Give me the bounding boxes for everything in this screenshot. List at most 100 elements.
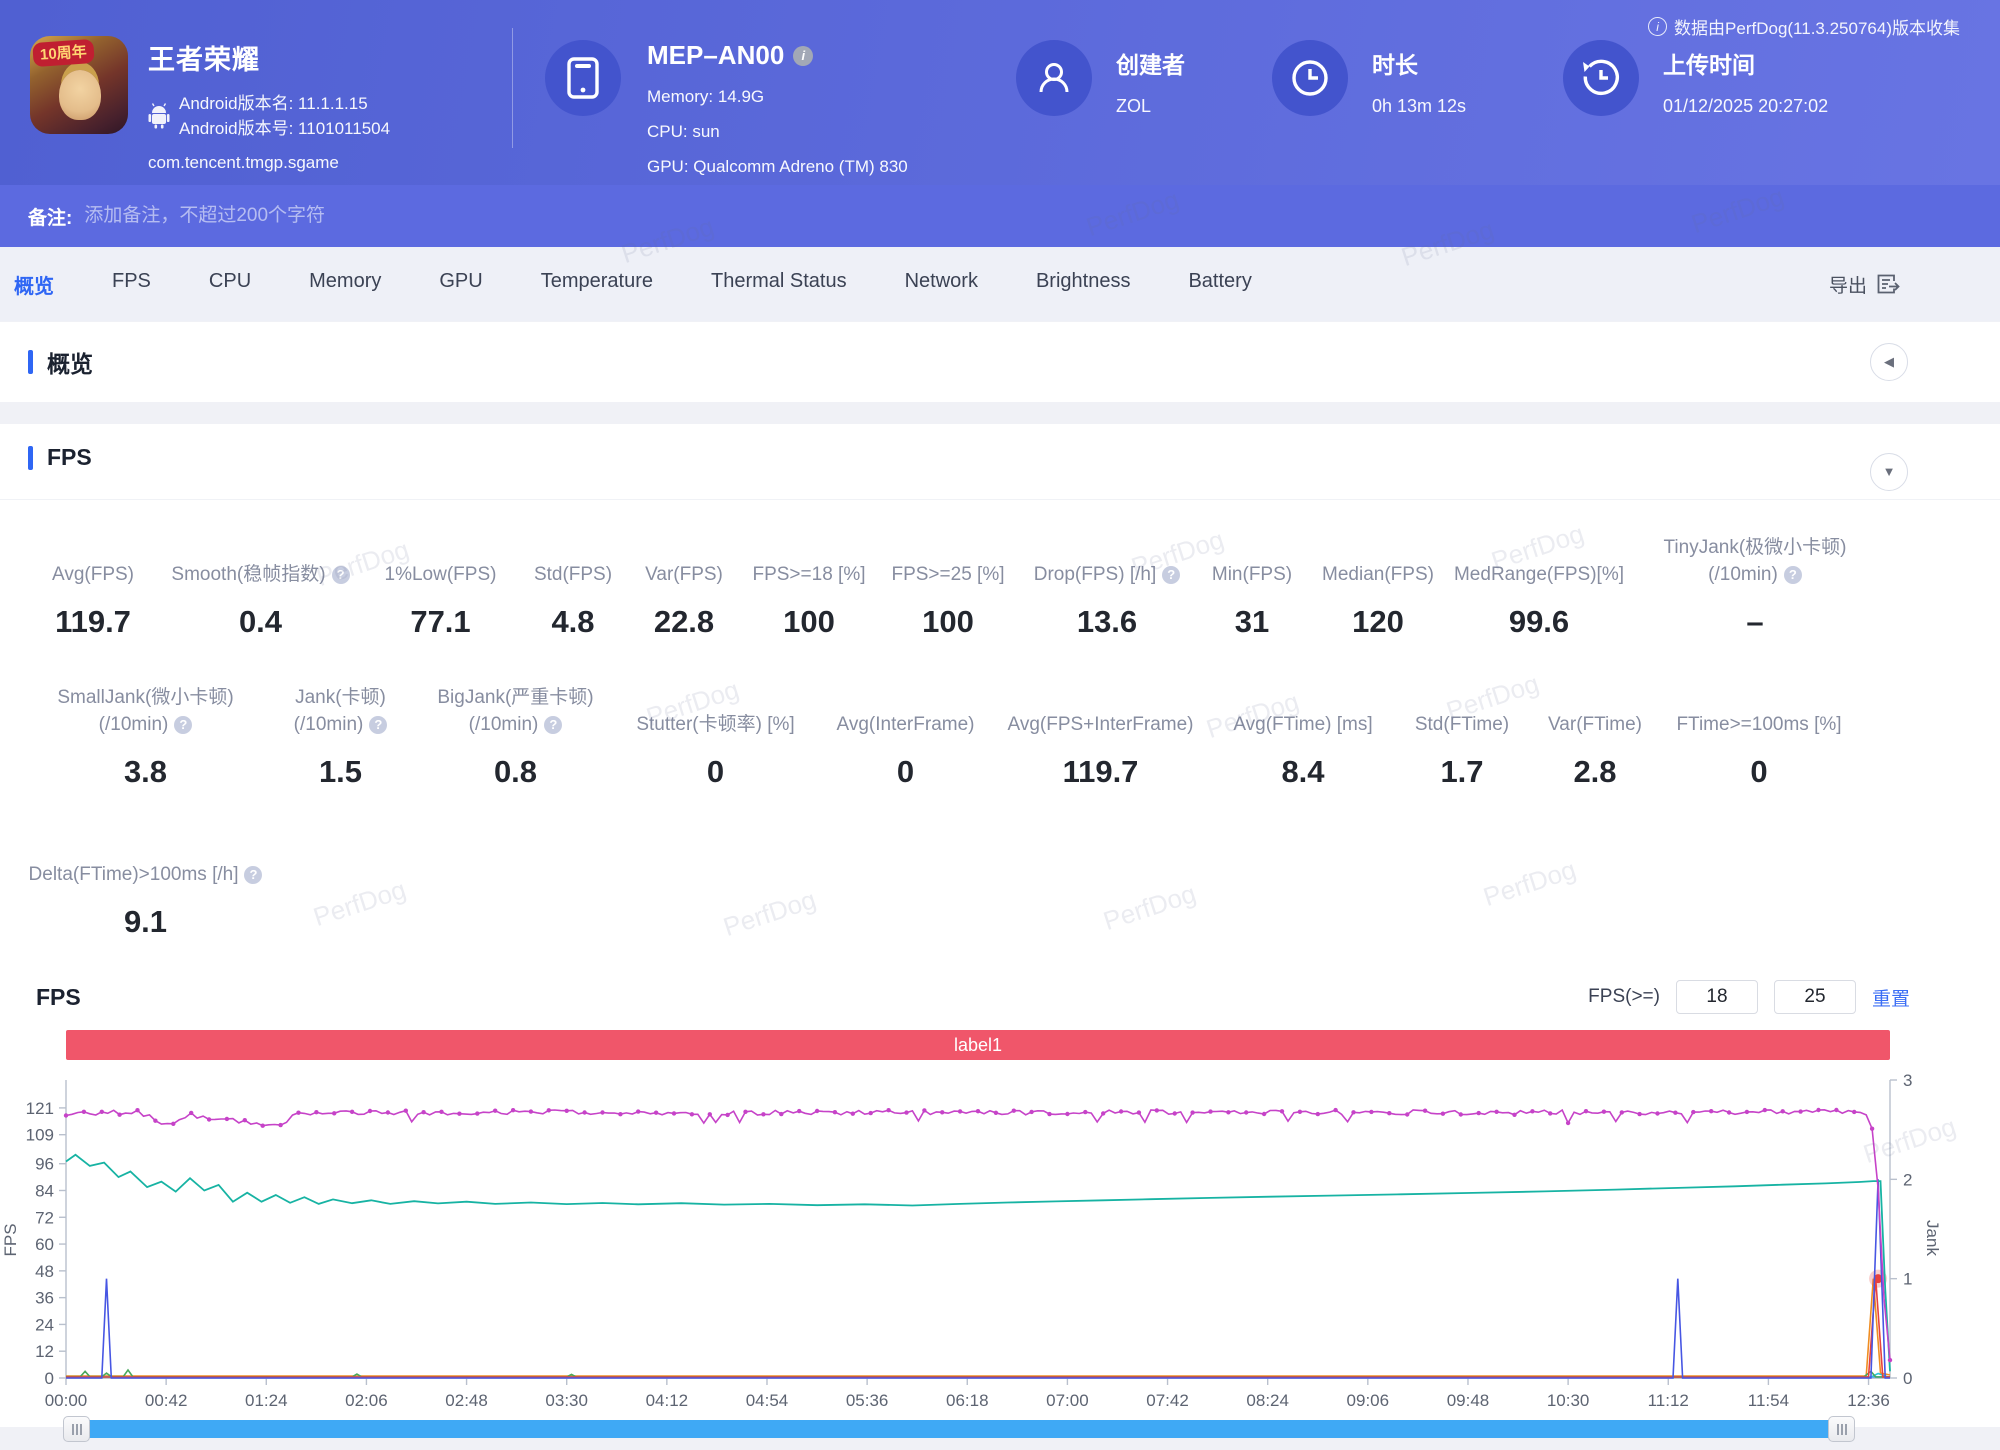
svg-text:09:06: 09:06 [1347, 1391, 1390, 1410]
accent-bar [28, 446, 33, 470]
scrollbar-track[interactable] [66, 1420, 1852, 1438]
svg-text:0: 0 [45, 1369, 54, 1388]
svg-text:01:24: 01:24 [245, 1391, 288, 1410]
svg-text:12: 12 [35, 1342, 54, 1361]
help-icon[interactable]: ? [544, 716, 562, 734]
clock-icon [1272, 40, 1348, 116]
app-block: 10周年 王者荣耀 [30, 36, 390, 173]
export-label: 导出 [1829, 271, 1867, 298]
stat-value: 8.4 [1281, 754, 1324, 790]
game-character-art [59, 70, 101, 120]
fps-threshold-input-2[interactable] [1774, 980, 1856, 1014]
svg-text:10:30: 10:30 [1547, 1391, 1590, 1410]
stat-fps>=18-%-: FPS>=18 [%]100 [740, 534, 878, 640]
help-icon[interactable]: ? [1784, 566, 1802, 584]
svg-text:109: 109 [26, 1126, 54, 1145]
duration-value: 0h 13m 12s [1372, 96, 1466, 117]
stat-avg-interframe-: Avg(InterFrame)0 [818, 684, 993, 790]
help-icon[interactable]: ? [332, 566, 350, 584]
stat-var-fps-: Var(FPS)22.8 [628, 534, 740, 640]
tab-battery[interactable]: Battery [1188, 270, 1251, 299]
fps-line-chart[interactable]: 01224364860728496109121012300:0000:4201:… [0, 1070, 1940, 1412]
duration-label: 时长 [1372, 46, 1466, 80]
svg-text:2: 2 [1903, 1170, 1912, 1189]
device-block: MEP–AN00 i Memory: 14.9G CPU: sun GPU: Q… [545, 40, 908, 184]
tab-brightness[interactable]: Brightness [1036, 270, 1131, 299]
stat-value: 100 [922, 604, 974, 640]
stat-avg-fps-interframe-: Avg(FPS+InterFrame)119.7 [993, 684, 1208, 790]
chart-annotation-label1[interactable]: label1 [66, 1030, 1890, 1060]
stat-1%low-fps-: 1%Low(FPS)77.1 [363, 534, 518, 640]
scrollbar-right-handle[interactable] [1828, 1416, 1855, 1442]
fps-threshold-input-1[interactable] [1676, 980, 1758, 1014]
svg-text:60: 60 [35, 1235, 54, 1254]
stat-value: 100 [783, 604, 835, 640]
help-icon[interactable]: ? [369, 716, 387, 734]
tab-fps[interactable]: FPS [112, 270, 151, 299]
help-icon[interactable]: ? [244, 866, 262, 884]
tab-memory[interactable]: Memory [309, 270, 381, 299]
help-icon[interactable]: ? [174, 716, 192, 734]
overview-collapse-button[interactable]: ◀ [1870, 343, 1908, 381]
stat-value: 120 [1352, 604, 1404, 640]
tab-cpu[interactable]: CPU [209, 270, 251, 299]
chart-title: FPS [36, 984, 81, 1011]
tab-概览[interactable]: 概览 [14, 270, 54, 299]
stat-smooth-: Smooth(稳帧指数)?0.4 [158, 534, 363, 640]
stat-value: 0 [707, 754, 724, 790]
svg-text:07:42: 07:42 [1146, 1391, 1189, 1410]
svg-text:96: 96 [35, 1155, 54, 1174]
fps-section: FPS ▼ Avg(FPS)119.7Smooth(稳帧指数)?0.41%Low… [0, 424, 2000, 1427]
app-title: 王者荣耀 [148, 38, 390, 77]
note-bar: 备注: [0, 185, 2000, 247]
tab-temperature[interactable]: Temperature [541, 270, 653, 299]
scrollbar-left-handle[interactable] [63, 1416, 90, 1442]
svg-text:08:24: 08:24 [1246, 1391, 1289, 1410]
svg-text:3: 3 [1903, 1071, 1912, 1090]
stat-bigjank-: BigJank(严重卡顿)(/10min)?0.8 [418, 684, 613, 790]
tab-network[interactable]: Network [905, 270, 978, 299]
stat-avg-ftime-ms-: Avg(FTime) [ms]8.4 [1208, 684, 1398, 790]
svg-text:1: 1 [1903, 1270, 1912, 1289]
tab-thermal-status[interactable]: Thermal Status [711, 270, 847, 299]
android-version-name: Android版本名: 11.1.1.15 [179, 91, 390, 116]
fps-collapse-button[interactable]: ▼ [1870, 453, 1908, 491]
fps-stats-row-3: Delta(FTime)>100ms [/h]?9.1 [0, 834, 2000, 940]
tab-gpu[interactable]: GPU [439, 270, 482, 299]
stat-value: 9.1 [124, 904, 167, 940]
stat-fps>=25-%-: FPS>=25 [%]100 [878, 534, 1018, 640]
help-icon[interactable]: ? [1162, 566, 1180, 584]
note-input[interactable] [84, 205, 984, 227]
upload-label: 上传时间 [1663, 46, 1828, 80]
stat-min-fps-: Min(FPS)31 [1196, 534, 1308, 640]
anniversary-badge: 10周年 [32, 39, 94, 67]
device-cpu: CPU: sun [647, 114, 908, 149]
accent-bar [28, 350, 33, 374]
stat-ftime>=100ms-%-: FTime>=100ms [%]0 [1664, 684, 1854, 790]
stat-medrange-fps-%-: MedRange(FPS)[%]99.6 [1448, 534, 1630, 640]
android-version-code: Android版本号: 1101011504 [179, 116, 390, 141]
stat-value: 3.8 [124, 754, 167, 790]
package-name: com.tencent.tmgp.sgame [148, 153, 390, 173]
fps-stats-row-1: Avg(FPS)119.7Smooth(稳帧指数)?0.41%Low(FPS)7… [0, 534, 2000, 640]
device-info-icon[interactable]: i [793, 46, 813, 66]
export-button[interactable]: 导出 [1829, 271, 1900, 298]
reset-link[interactable]: 重置 [1872, 984, 1910, 1011]
stat-value: 77.1 [410, 604, 470, 640]
stat-value: 0.4 [239, 604, 282, 640]
stat-value: 0 [1750, 754, 1767, 790]
upload-block: 上传时间 01/12/2025 20:27:02 [1563, 40, 1828, 117]
stat-smalljank-: SmallJank(微小卡顿)(/10min)?3.8 [28, 684, 263, 790]
stat-value: 22.8 [654, 604, 714, 640]
info-icon: i [1648, 17, 1667, 36]
creator-label: 创建者 [1116, 46, 1185, 80]
upload-value: 01/12/2025 20:27:02 [1663, 96, 1828, 117]
data-source-notice: i 数据由PerfDog(11.3.250764)版本收集 [1648, 14, 1960, 39]
device-gpu: GPU: Qualcomm Adreno (TM) 830 [647, 149, 908, 184]
svg-text:07:00: 07:00 [1046, 1391, 1089, 1410]
stat-value: 13.6 [1077, 604, 1137, 640]
svg-text:48: 48 [35, 1262, 54, 1281]
svg-text:00:42: 00:42 [145, 1391, 188, 1410]
phone-icon [545, 40, 621, 116]
header-divider [512, 28, 513, 148]
